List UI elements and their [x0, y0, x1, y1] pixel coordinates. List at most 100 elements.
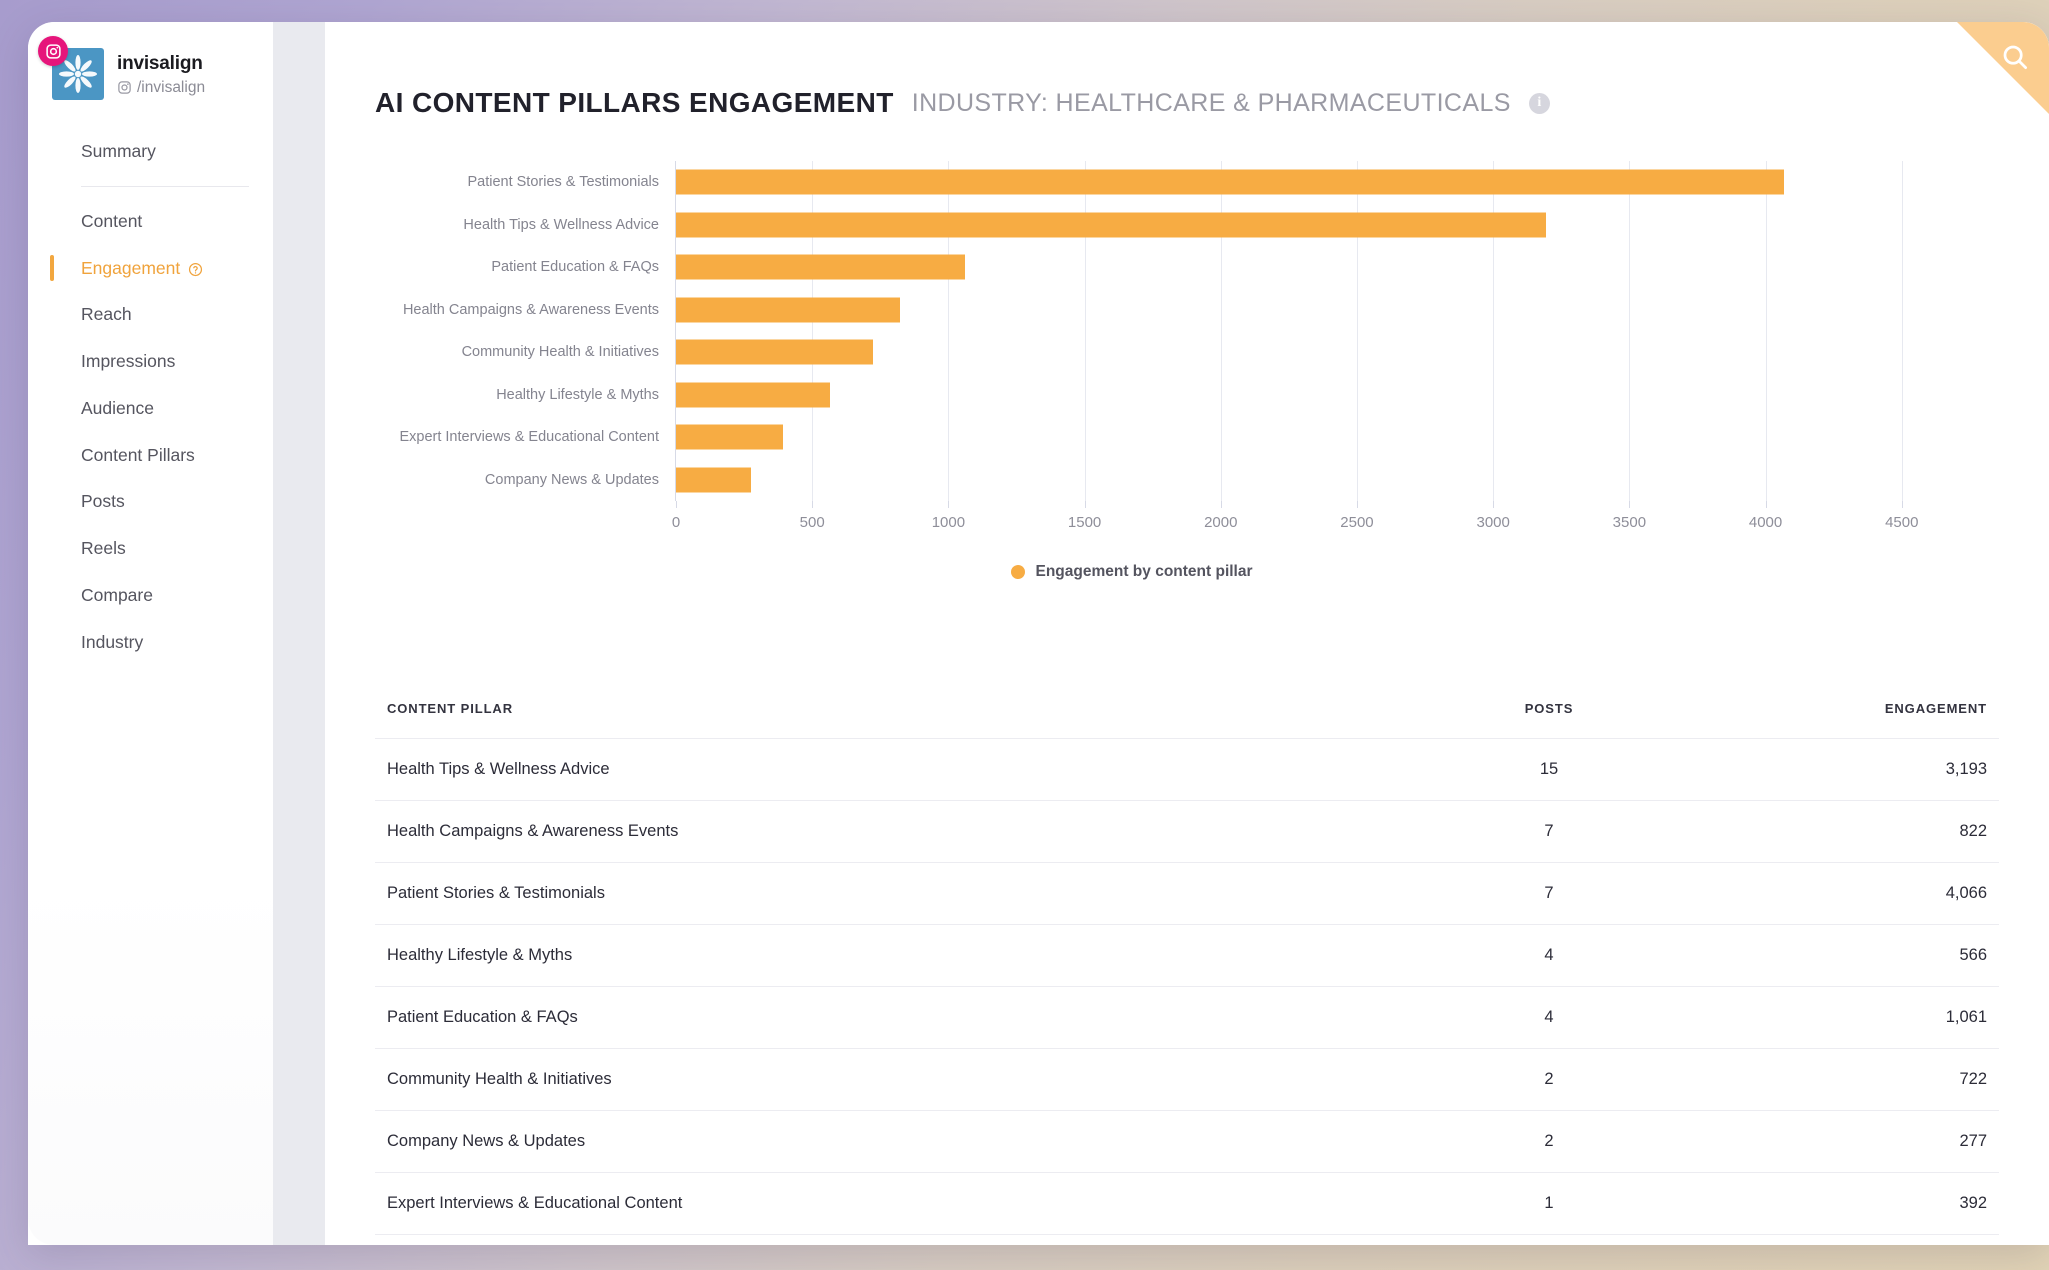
brand-header[interactable]: invisalign /invisalign [28, 22, 273, 100]
brand-text: invisalign /invisalign [117, 50, 205, 97]
sidebar-gutter [273, 22, 325, 1245]
sidebar-item-posts[interactable]: Posts [28, 478, 273, 525]
instagram-badge-icon [38, 36, 68, 66]
sidebar-item-content[interactable]: Content [28, 198, 273, 245]
help-circle-icon[interactable] [188, 260, 203, 277]
legend-label: Engagement by content pillar [1035, 563, 1253, 580]
chart-tickmark [1084, 501, 1086, 508]
cell-posts: 1 [1399, 1172, 1699, 1235]
chart-category-label: Patient Stories & Testimonials [467, 174, 659, 191]
table-row[interactable]: Expert Interviews & Educational Content 1… [375, 1172, 1999, 1235]
cell-engagement: 3,193 [1699, 738, 1999, 801]
brand-handle: /invisalign [117, 78, 205, 97]
chart-bar[interactable] [676, 467, 752, 493]
cell-content-pillar: Company News & Updates [375, 1110, 1399, 1173]
column-header-content-pillar[interactable]: CONTENT PILLAR [375, 701, 1399, 739]
sidebar-item-compare[interactable]: Compare [28, 572, 273, 619]
column-header-posts[interactable]: POSTS [1399, 701, 1699, 739]
chart-xtick-label: 2500 [1340, 514, 1374, 531]
sidebar-item-label: Impressions [81, 351, 176, 371]
cell-engagement: 1,061 [1699, 986, 1999, 1049]
sidebar-item-engagement[interactable]: Engagement [28, 245, 273, 292]
sidebar: invisalign /invisalign Summary Content Eng… [28, 22, 273, 1245]
table-row[interactable]: Community Health & Initiatives 2 722 [375, 1048, 1999, 1111]
chart-category-label: Health Campaigns & Awareness Events [402, 301, 659, 318]
legend-swatch-icon [1011, 565, 1026, 579]
cell-posts: 7 [1399, 862, 1699, 925]
sidebar-item-label: Audience [81, 397, 154, 418]
chart-bar[interactable] [676, 382, 831, 408]
sidebar-item-label: Compare [81, 584, 153, 605]
brand-name: invisalign [117, 53, 203, 75]
info-icon[interactable]: i [1528, 92, 1550, 114]
sidebar-item-reach[interactable]: Reach [28, 291, 273, 338]
chart-gridline [1765, 161, 1767, 501]
sidebar-item-label: Posts [81, 491, 125, 512]
table-row[interactable]: Health Campaigns & Awareness Events 7 822 [375, 800, 1999, 863]
cell-content-pillar: Healthy Lifestyle & Myths [375, 924, 1399, 987]
sidebar-item-audience[interactable]: Audience [28, 385, 273, 432]
content-pillar-table: CONTENT PILLAR POSTS ENGAGEMENT Health T… [375, 701, 1999, 1235]
sidebar-item-industry[interactable]: Industry [28, 619, 273, 666]
chart-gridline [1629, 161, 1631, 501]
cell-posts: 7 [1399, 800, 1699, 863]
chart-bar[interactable] [676, 339, 873, 365]
sidebar-item-summary[interactable]: Summary [28, 128, 273, 175]
chart-xtick-label: 3000 [1476, 514, 1510, 531]
chart-tickmark [948, 501, 950, 508]
chart-xtick-label: 3500 [1612, 514, 1647, 531]
sidebar-item-content-pillars[interactable]: Content Pillars [28, 432, 273, 479]
sidebar-item-label: Reels [81, 538, 126, 558]
sidebar-item-label: Content [81, 210, 143, 231]
sidebar-item-label: Summary [81, 141, 156, 161]
chart-tickmark [1765, 501, 1767, 508]
page-title: AI CONTENT PILLARS ENGAGEMENT [375, 87, 894, 118]
chart-tickmark [1356, 501, 1358, 508]
chart-bar[interactable] [676, 212, 1546, 238]
chart-bar[interactable] [676, 169, 1784, 195]
chart-tickmark [1901, 501, 1903, 508]
table-row[interactable]: Healthy Lifestyle & Myths 4 566 [375, 924, 1999, 987]
cell-posts: 4 [1399, 986, 1699, 1049]
chart-category-axis: Patient Stories & Testimonials Health Tip… [375, 161, 675, 501]
table-row[interactable]: Patient Stories & Testimonials 7 4,066 [375, 862, 1999, 925]
chart-tickmark [1493, 501, 1495, 508]
chart-tickmark [1629, 501, 1631, 508]
sidebar-item-impressions[interactable]: Impressions [28, 338, 273, 385]
cell-posts: 2 [1399, 1110, 1699, 1173]
cell-engagement: 392 [1699, 1172, 1999, 1235]
chart-tickmark [812, 501, 814, 508]
chart-bar[interactable] [676, 297, 900, 323]
instagram-small-icon [118, 81, 131, 95]
table-row[interactable]: Company News & Updates 2 277 [375, 1110, 1999, 1173]
page-header: AI CONTENT PILLARS ENGAGEMENT INDUSTRY: … [325, 22, 2049, 119]
chart-xtick-label: 1500 [1067, 514, 1102, 531]
sidebar-item-label: Content Pillars [81, 444, 195, 465]
chart-category-label: Company News & Updates [484, 471, 659, 488]
cell-engagement: 566 [1699, 924, 1999, 987]
sidebar-item-label: Reach [81, 304, 132, 325]
chart-category-label: Patient Education & FAQs [491, 259, 659, 276]
cell-engagement: 277 [1699, 1110, 1999, 1173]
cell-posts: 2 [1399, 1048, 1699, 1111]
table-row[interactable]: Health Tips & Wellness Advice 15 3,193 [375, 738, 1999, 801]
table-row[interactable]: Patient Education & FAQs 4 1,061 [375, 986, 1999, 1049]
chart-xtick-label: 4000 [1748, 514, 1783, 531]
sidebar-item-reels[interactable]: Reels [28, 525, 273, 572]
chart-tickmark [676, 501, 677, 508]
sidebar-nav: Summary Content Engagement Reach Impressions… [28, 128, 273, 665]
chart-tickmark [1220, 501, 1222, 508]
cell-engagement: 822 [1699, 800, 1999, 863]
chart-xtick-label: 4500 [1885, 514, 1919, 531]
cell-posts: 15 [1399, 738, 1699, 801]
main-content: AI CONTENT PILLARS ENGAGEMENT INDUSTRY: … [325, 22, 2049, 1245]
page-subtitle: INDUSTRY: HEALTHCARE & PHARMACEUTICALS [911, 88, 1511, 117]
cell-content-pillar: Health Tips & Wellness Advice [375, 738, 1399, 801]
column-header-engagement[interactable]: ENGAGEMENT [1699, 701, 1999, 739]
chart-bar[interactable] [676, 254, 965, 280]
chart-plot-area: 0 500 1000 1500 2000 2500 3000 3500 4000 4500 [672, 161, 1929, 531]
search-icon[interactable] [2000, 42, 2030, 77]
chart-bar[interactable] [676, 424, 783, 450]
table-header-row: CONTENT PILLAR POSTS ENGAGEMENT [375, 701, 1999, 739]
avatar-wrapper [38, 36, 104, 100]
